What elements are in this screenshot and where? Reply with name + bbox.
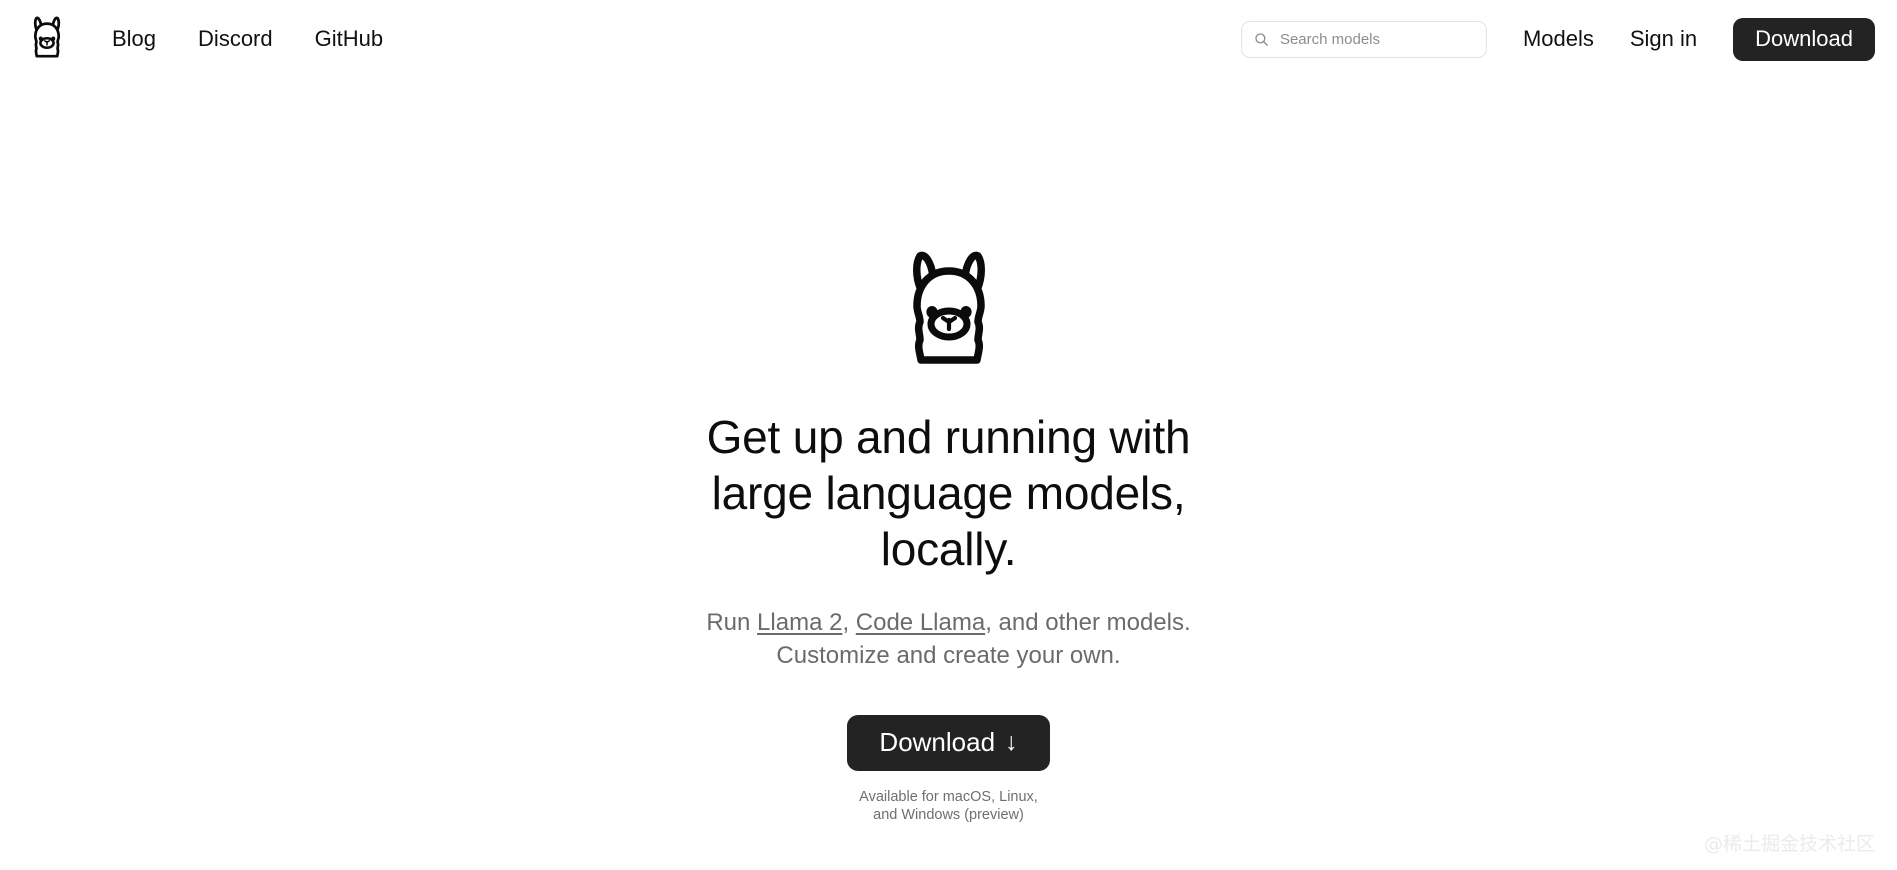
search-models-box[interactable] — [1240, 20, 1487, 58]
hero-subtitle-separator: , — [842, 609, 856, 637]
nav-link-signin[interactable]: Sign in — [1630, 28, 1697, 50]
site-logo-link[interactable] — [26, 14, 68, 64]
hero-download-button[interactable]: Download ↓ — [847, 714, 1050, 771]
nav-link-models[interactable]: Models — [1523, 28, 1594, 50]
search-icon — [1254, 32, 1269, 47]
header-download-button[interactable]: Download — [1733, 17, 1875, 61]
hero-subtitle: Run Llama 2, Code Llama, and other model… — [706, 606, 1190, 672]
link-code-llama[interactable]: Code Llama — [856, 609, 985, 636]
header-right-group: Models Sign in Download — [1240, 17, 1875, 61]
link-llama-2[interactable]: Llama 2 — [757, 609, 842, 636]
download-availability-caption: Available for macOS, Linux, and Windows … — [859, 788, 1038, 825]
download-arrow-icon: ↓ — [1005, 728, 1018, 757]
hero-subtitle-line2: Customize and create your own. — [776, 642, 1121, 670]
watermark: @稀土掘金技术社区 — [1703, 833, 1875, 855]
hero-subtitle-suffix: , and other models. — [985, 609, 1191, 637]
nav-link-blog[interactable]: Blog — [112, 28, 156, 50]
caption-line-2: and Windows (preview) — [873, 807, 1024, 824]
nav-link-github[interactable]: GitHub — [315, 28, 383, 50]
hero-subtitle-prefix: Run — [706, 609, 758, 637]
hero-section: Get up and running with large language m… — [0, 78, 1897, 870]
hero-download-label: Download — [879, 727, 996, 758]
search-input[interactable] — [1279, 30, 1476, 48]
nav-link-discord[interactable]: Discord — [198, 28, 273, 50]
header-left-group: Blog Discord GitHub — [26, 14, 383, 64]
llama-logo-icon — [28, 14, 66, 65]
llama-logo-icon — [897, 250, 1001, 365]
primary-nav: Blog Discord GitHub — [112, 28, 383, 50]
caption-line-1: Available for macOS, Linux, — [859, 788, 1038, 805]
site-header: Blog Discord GitHub Models Sign in Downl… — [0, 0, 1897, 78]
page-title: Get up and running with large language m… — [706, 411, 1191, 576]
